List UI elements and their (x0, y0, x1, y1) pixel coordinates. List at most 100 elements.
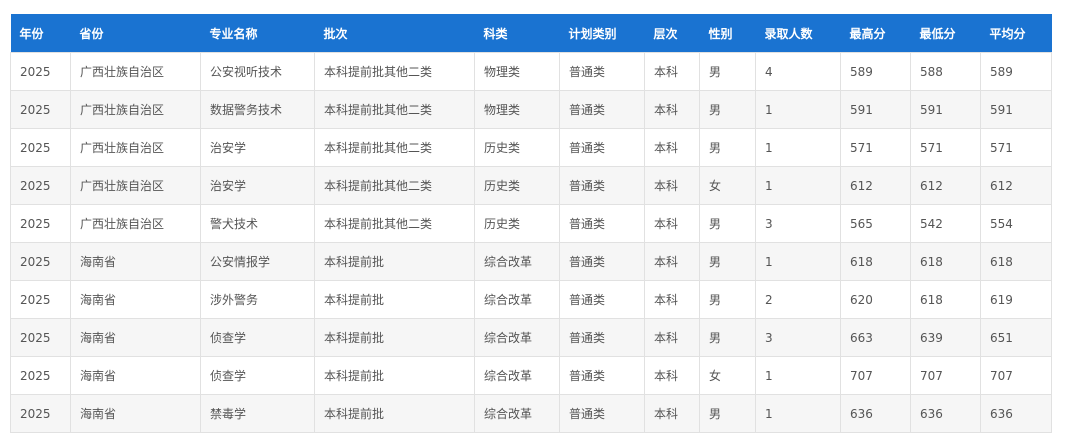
cell-gender: 女 (699, 356, 756, 395)
cell-max-score: 565 (840, 204, 911, 243)
cell-major: 警犬技术 (200, 204, 315, 243)
cell-major: 禁毒学 (200, 394, 315, 433)
cell-plan-type: 普通类 (559, 280, 645, 319)
table-header: 年份 省份 专业名称 批次 科类 计划类别 层次 性别 录取人数 最高分 最低分 平均分 (10, 14, 1052, 53)
cell-major: 侦查学 (200, 356, 315, 395)
cell-category: 历史类 (474, 128, 560, 167)
cell-min-score: 636 (910, 394, 981, 433)
cell-admitted-count: 1 (755, 394, 841, 433)
cell-avg-score: 612 (980, 166, 1052, 205)
header-row: 年份 省份 专业名称 批次 科类 计划类别 层次 性别 录取人数 最高分 最低分 平均分 (10, 14, 1052, 53)
cell-plan-type: 普通类 (559, 242, 645, 281)
cell-batch: 本科提前批 (314, 242, 475, 281)
table-body: 2025 广西壮族自治区 公安视听技术 本科提前批其他二类 物理类 普通类 本科男 4 589 5… (10, 52, 1052, 433)
cell-gender: 男 (699, 394, 756, 433)
cell-major: 治安学 (200, 128, 315, 167)
cell-batch: 本科提前批其他二类 (314, 90, 475, 129)
cell-province: 海南省 (70, 356, 201, 395)
cell-plan-type: 普通类 (559, 166, 645, 205)
cell-admitted-count: 2 (755, 280, 841, 319)
cell-max-score: 591 (840, 90, 911, 129)
cell-level: 本科 (644, 204, 700, 243)
cell-level: 本科 (644, 356, 700, 395)
header-gender: 性别 (699, 14, 756, 53)
cell-plan-type: 普通类 (559, 318, 645, 357)
cell-year: 2025 (10, 52, 71, 91)
cell-min-score: 588 (910, 52, 981, 91)
cell-category: 综合改革 (474, 318, 560, 357)
cell-major: 侦查学 (200, 318, 315, 357)
cell-level: 本科 (644, 166, 700, 205)
header-avg-score: 平均分 (980, 14, 1052, 53)
cell-year: 2025 (10, 128, 71, 167)
cell-year: 2025 (10, 90, 71, 129)
cell-gender: 男 (699, 204, 756, 243)
cell-major: 公安视听技术 (200, 52, 315, 91)
cell-admitted-count: 1 (755, 242, 841, 281)
cell-admitted-count: 3 (755, 318, 841, 357)
cell-major: 公安情报学 (200, 242, 315, 281)
cell-avg-score: 591 (980, 90, 1052, 129)
cell-level: 本科 (644, 242, 700, 281)
table-row: 2025 海南省 涉外警务 本科提前批 综合改革 普通类 本科男 2 620 618 619 (10, 280, 1052, 319)
cell-min-score: 618 (910, 280, 981, 319)
cell-batch: 本科提前批 (314, 318, 475, 357)
cell-avg-score: 554 (980, 204, 1052, 243)
header-plan-type: 计划类别 (559, 14, 645, 53)
cell-level: 本科 (644, 128, 700, 167)
cell-plan-type: 普通类 (559, 90, 645, 129)
cell-category: 物理类 (474, 90, 560, 129)
table-row: 2025 广西壮族自治区 数据警务技术 本科提前批其他二类 物理类 普通类 本科男 1 591 5… (10, 90, 1052, 129)
cell-gender: 男 (699, 280, 756, 319)
cell-year: 2025 (10, 394, 71, 433)
cell-batch: 本科提前批 (314, 356, 475, 395)
cell-level: 本科 (644, 90, 700, 129)
cell-admitted-count: 1 (755, 166, 841, 205)
cell-category: 综合改革 (474, 356, 560, 395)
cell-province: 广西壮族自治区 (70, 52, 201, 91)
cell-major: 治安学 (200, 166, 315, 205)
cell-avg-score: 636 (980, 394, 1052, 433)
table-row: 2025 广西壮族自治区 治安学 本科提前批其他二类 历史类 普通类 本科女 1 612 612 6… (10, 166, 1052, 205)
cell-avg-score: 618 (980, 242, 1052, 281)
cell-max-score: 589 (840, 52, 911, 91)
cell-province: 海南省 (70, 318, 201, 357)
cell-province: 海南省 (70, 394, 201, 433)
header-max-score: 最高分 (840, 14, 911, 53)
cell-batch: 本科提前批其他二类 (314, 204, 475, 243)
cell-year: 2025 (10, 166, 71, 205)
cell-category: 物理类 (474, 52, 560, 91)
cell-max-score: 612 (840, 166, 911, 205)
cell-category: 历史类 (474, 204, 560, 243)
cell-category: 历史类 (474, 166, 560, 205)
cell-avg-score: 589 (980, 52, 1052, 91)
cell-gender: 男 (699, 90, 756, 129)
table-row: 2025 海南省 禁毒学 本科提前批 综合改革 普通类 本科男 1 636 636 636 (10, 394, 1052, 433)
cell-admitted-count: 4 (755, 52, 841, 91)
cell-admitted-count: 1 (755, 128, 841, 167)
cell-admitted-count: 1 (755, 356, 841, 395)
header-major: 专业名称 (200, 14, 315, 53)
cell-plan-type: 普通类 (559, 128, 645, 167)
cell-province: 海南省 (70, 242, 201, 281)
header-year: 年份 (10, 14, 71, 53)
header-batch: 批次 (314, 14, 475, 53)
cell-major: 涉外警务 (200, 280, 315, 319)
cell-province: 广西壮族自治区 (70, 204, 201, 243)
cell-avg-score: 707 (980, 356, 1052, 395)
cell-max-score: 620 (840, 280, 911, 319)
cell-admitted-count: 1 (755, 90, 841, 129)
cell-min-score: 571 (910, 128, 981, 167)
cell-level: 本科 (644, 52, 700, 91)
cell-max-score: 707 (840, 356, 911, 395)
cell-admitted-count: 3 (755, 204, 841, 243)
cell-batch: 本科提前批其他二类 (314, 128, 475, 167)
cell-min-score: 591 (910, 90, 981, 129)
table-row: 2025 广西壮族自治区 警犬技术 本科提前批其他二类 历史类 普通类 本科男 3 565 542… (10, 204, 1052, 243)
cell-min-score: 639 (910, 318, 981, 357)
admission-scores-table-container: 年份 省份 专业名称 批次 科类 计划类别 层次 性别 录取人数 最高分 最低分 平均分 2025 广西… (10, 14, 1052, 433)
cell-level: 本科 (644, 394, 700, 433)
cell-max-score: 618 (840, 242, 911, 281)
table-row: 2025 海南省 侦查学 本科提前批 综合改革 普通类 本科女 1 707 707 707 (10, 356, 1052, 395)
cell-year: 2025 (10, 356, 71, 395)
